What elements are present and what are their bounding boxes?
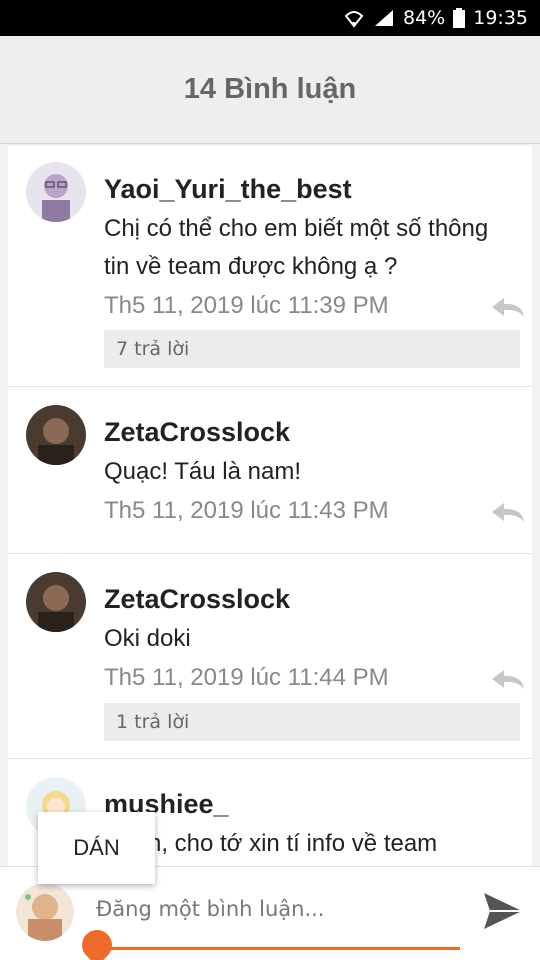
comment-text: Hmm, cho tớ xin tí info về team: [104, 830, 438, 857]
battery-icon: [453, 8, 466, 28]
replies-count-button[interactable]: 7 trả lời: [104, 330, 520, 368]
comment-text: Quạc! Táu là nam!: [104, 458, 301, 485]
comment-author[interactable]: ZetaCrosslock: [104, 582, 520, 616]
comment-item: Yaoi_Yuri_the_best Chị có thể cho em biế…: [8, 146, 532, 387]
comment-author[interactable]: mushiee_: [104, 787, 520, 821]
comment-author[interactable]: Yaoi_Yuri_the_best: [104, 172, 520, 206]
comment-text: Chị có thể cho em biết một số thông tin …: [104, 215, 489, 280]
comment-input[interactable]: Đăng một bình luận...: [96, 897, 466, 921]
comment-item: ZetaCrosslock Quạc! Táu là nam! Th5 11, …: [8, 387, 532, 554]
send-icon[interactable]: [482, 891, 524, 931]
comment-item: ZetaCrosslock Oki doki Th5 11, 2019 lúc …: [8, 554, 532, 759]
reply-icon[interactable]: [490, 668, 526, 692]
avatar[interactable]: [26, 162, 86, 222]
paste-button[interactable]: DÁN: [38, 812, 155, 884]
reply-icon[interactable]: [490, 296, 526, 320]
reply-icon[interactable]: [490, 501, 526, 525]
page-title: 14 Bình luận: [183, 73, 357, 105]
input-underline: [96, 947, 460, 950]
comment-text: Oki doki: [104, 625, 191, 652]
status-bar: 84% 19:35: [0, 0, 540, 36]
signal-icon: [373, 8, 395, 28]
current-user-avatar: [16, 883, 74, 941]
comment-timestamp: Th5 11, 2019 lúc 11:44 PM: [104, 664, 389, 691]
comment-timestamp: Th5 11, 2019 lúc 11:39 PM: [104, 292, 389, 319]
comment-timestamp: Th5 11, 2019 lúc 11:43 PM: [104, 497, 389, 524]
avatar[interactable]: [26, 572, 86, 632]
clock: 19:35: [473, 7, 528, 29]
avatar[interactable]: [26, 405, 86, 465]
battery-percent: 84%: [403, 7, 446, 29]
wifi-icon: [343, 8, 365, 28]
replies-count-button[interactable]: 1 trả lời: [104, 703, 520, 741]
comment-list[interactable]: Yaoi_Yuri_the_best Chị có thể cho em biế…: [8, 146, 532, 866]
comment-author[interactable]: ZetaCrosslock: [104, 415, 520, 449]
comments-header: 14 Bình luận: [0, 36, 540, 144]
